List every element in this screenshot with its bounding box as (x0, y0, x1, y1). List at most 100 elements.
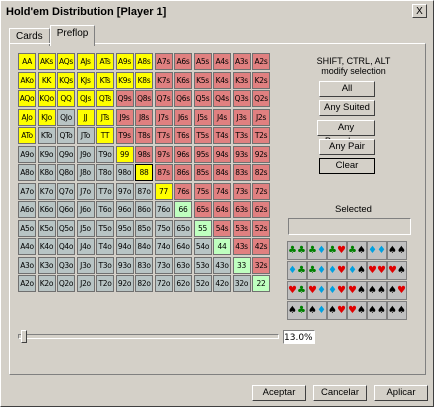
hand-cell[interactable]: K8s (135, 71, 153, 89)
hand-cell[interactable]: A4o (18, 238, 36, 255)
hand-cell[interactable]: 43o (213, 256, 231, 274)
hand-cell[interactable]: 64s (213, 201, 231, 218)
hand-cell[interactable]: 84s (213, 164, 231, 181)
hand-cell[interactable]: 93o (115, 256, 134, 274)
hand-cell[interactable]: JJ (76, 108, 95, 126)
hand-cell[interactable]: 65o (174, 219, 192, 237)
hand-cell[interactable]: 82o (135, 275, 153, 292)
hand-cell[interactable]: 85s (193, 164, 212, 181)
hand-cell[interactable]: Q8s (135, 90, 153, 107)
hand-cell[interactable]: Q2s (252, 90, 270, 107)
hand-cell[interactable]: T9s (115, 127, 134, 144)
hand-cell[interactable]: K7s (154, 71, 173, 89)
hand-cell[interactable]: 87s (154, 164, 173, 181)
hand-cell[interactable]: 93s (232, 145, 251, 163)
hand-cell[interactable]: Q5o (57, 219, 75, 237)
suit-combo-cell[interactable]: ♠ ♥ (387, 281, 407, 300)
hand-cell[interactable]: J6s (174, 108, 192, 126)
hand-cell[interactable]: A8s (135, 53, 153, 70)
hand-cell[interactable]: K8o (37, 164, 56, 181)
hand-cell[interactable]: T8o (96, 164, 114, 181)
hand-cell[interactable]: AJs (76, 53, 95, 70)
hand-cell[interactable]: Q9s (115, 90, 134, 107)
hand-cell[interactable]: AA (18, 53, 36, 70)
hand-cell[interactable]: 96s (174, 145, 192, 163)
hand-cell[interactable]: T5o (96, 219, 114, 237)
accept-button[interactable]: Aceptar (252, 385, 306, 401)
hand-cell[interactable]: KQs (57, 71, 75, 89)
hand-cell[interactable]: A2o (18, 275, 36, 292)
any-suited-button[interactable]: Any Suited (319, 100, 375, 116)
hand-cell[interactable]: 97s (154, 145, 173, 163)
hand-cell[interactable]: T6s (174, 127, 192, 144)
hand-cell[interactable]: Q7s (154, 90, 173, 107)
suit-combo-cell[interactable]: ♣ ♥ (327, 241, 347, 260)
suit-combo-cell[interactable]: ♣ ♦ (307, 261, 327, 280)
suit-combo-cell[interactable]: ♦ ♥ (327, 281, 347, 300)
hand-cell[interactable]: A6o (18, 201, 36, 218)
hand-cell[interactable]: Q6o (57, 201, 75, 218)
hand-cell[interactable]: K2o (37, 275, 56, 292)
hand-cell[interactable]: 42s (252, 238, 270, 255)
hand-cell[interactable]: 73o (154, 256, 173, 274)
hand-cell[interactable]: J4s (213, 108, 231, 126)
hand-cell[interactable]: A8o (18, 164, 36, 181)
hand-cell[interactable]: 75s (193, 182, 212, 200)
hand-cell[interactable]: T8s (135, 127, 153, 144)
hand-cell[interactable]: 62o (174, 275, 192, 292)
hand-cell[interactable]: AQs (57, 53, 75, 70)
hand-cell[interactable]: J7s (154, 108, 173, 126)
hand-cell[interactable]: J8s (135, 108, 153, 126)
hand-cell[interactable]: QTs (96, 90, 114, 107)
hand-cell[interactable]: J7o (76, 182, 95, 200)
hand-cell[interactable]: J3s (232, 108, 251, 126)
hand-cell[interactable]: 52o (193, 275, 212, 292)
hand-cell[interactable]: K6s (174, 71, 192, 89)
hand-cell[interactable]: 83o (135, 256, 153, 274)
suit-combo-cell[interactable]: ♥ ♥ (367, 261, 387, 280)
hand-cell[interactable]: KQo (37, 90, 56, 107)
hand-cell[interactable]: J2o (76, 275, 95, 292)
suit-combo-cell[interactable]: ♣ ♦ (307, 241, 327, 260)
hand-cell[interactable]: K3s (232, 71, 251, 89)
hand-cell[interactable]: 53s (232, 219, 251, 237)
hand-cell[interactable]: 72o (154, 275, 173, 292)
hand-cell[interactable]: 32o (232, 275, 251, 292)
hand-cell[interactable]: K9s (115, 71, 134, 89)
hand-cell[interactable]: 22 (252, 275, 270, 292)
hand-cell[interactable]: AQo (18, 90, 36, 107)
hand-cell[interactable]: 92o (115, 275, 134, 292)
hand-cell[interactable]: Q6s (174, 90, 192, 107)
hand-cell[interactable]: A6s (174, 53, 192, 70)
suit-combo-cell[interactable]: ♠ ♥ (327, 301, 347, 320)
hand-cell[interactable]: A9s (115, 53, 134, 70)
hand-cell[interactable]: T4s (213, 127, 231, 144)
hand-cell[interactable]: Q3o (57, 256, 75, 274)
suit-combo-cell[interactable]: ♣ ♣ (287, 241, 307, 260)
hand-cell[interactable]: J4o (76, 238, 95, 255)
hand-cell[interactable]: 94o (115, 238, 134, 255)
cancel-button[interactable]: Cancelar (313, 385, 367, 401)
tab-preflop[interactable]: Preflop (49, 25, 96, 46)
hand-cell[interactable]: 83s (232, 164, 251, 181)
suit-combo-cell[interactable]: ♠ ♣ (287, 301, 307, 320)
suit-combo-cell[interactable]: ♦ ♦ (367, 241, 387, 260)
hand-cell[interactable]: Q5s (193, 90, 212, 107)
hand-cell[interactable]: 96o (115, 201, 134, 218)
hand-cell[interactable]: J2s (252, 108, 270, 126)
suit-combo-cell[interactable]: ♠ ♠ (387, 241, 407, 260)
suit-combo-cell[interactable]: ♦ ♣ (287, 261, 307, 280)
hand-cell[interactable]: K7o (37, 182, 56, 200)
suit-combo-cell[interactable]: ♥ ♦ (307, 281, 327, 300)
suit-combo-cell[interactable]: ♥ ♠ (387, 261, 407, 280)
hand-cell[interactable]: 85o (135, 219, 153, 237)
hand-cell[interactable]: AKs (37, 53, 56, 70)
hand-cell[interactable]: A9o (18, 145, 36, 163)
hand-cell[interactable]: 55 (193, 219, 212, 237)
hand-cell[interactable]: T7s (154, 127, 173, 144)
hand-cell[interactable]: 95o (115, 219, 134, 237)
hand-cell[interactable]: T2s (252, 127, 270, 144)
hand-cell[interactable]: T5s (193, 127, 212, 144)
hand-cell[interactable]: 75o (154, 219, 173, 237)
hand-cell[interactable]: 53o (193, 256, 212, 274)
